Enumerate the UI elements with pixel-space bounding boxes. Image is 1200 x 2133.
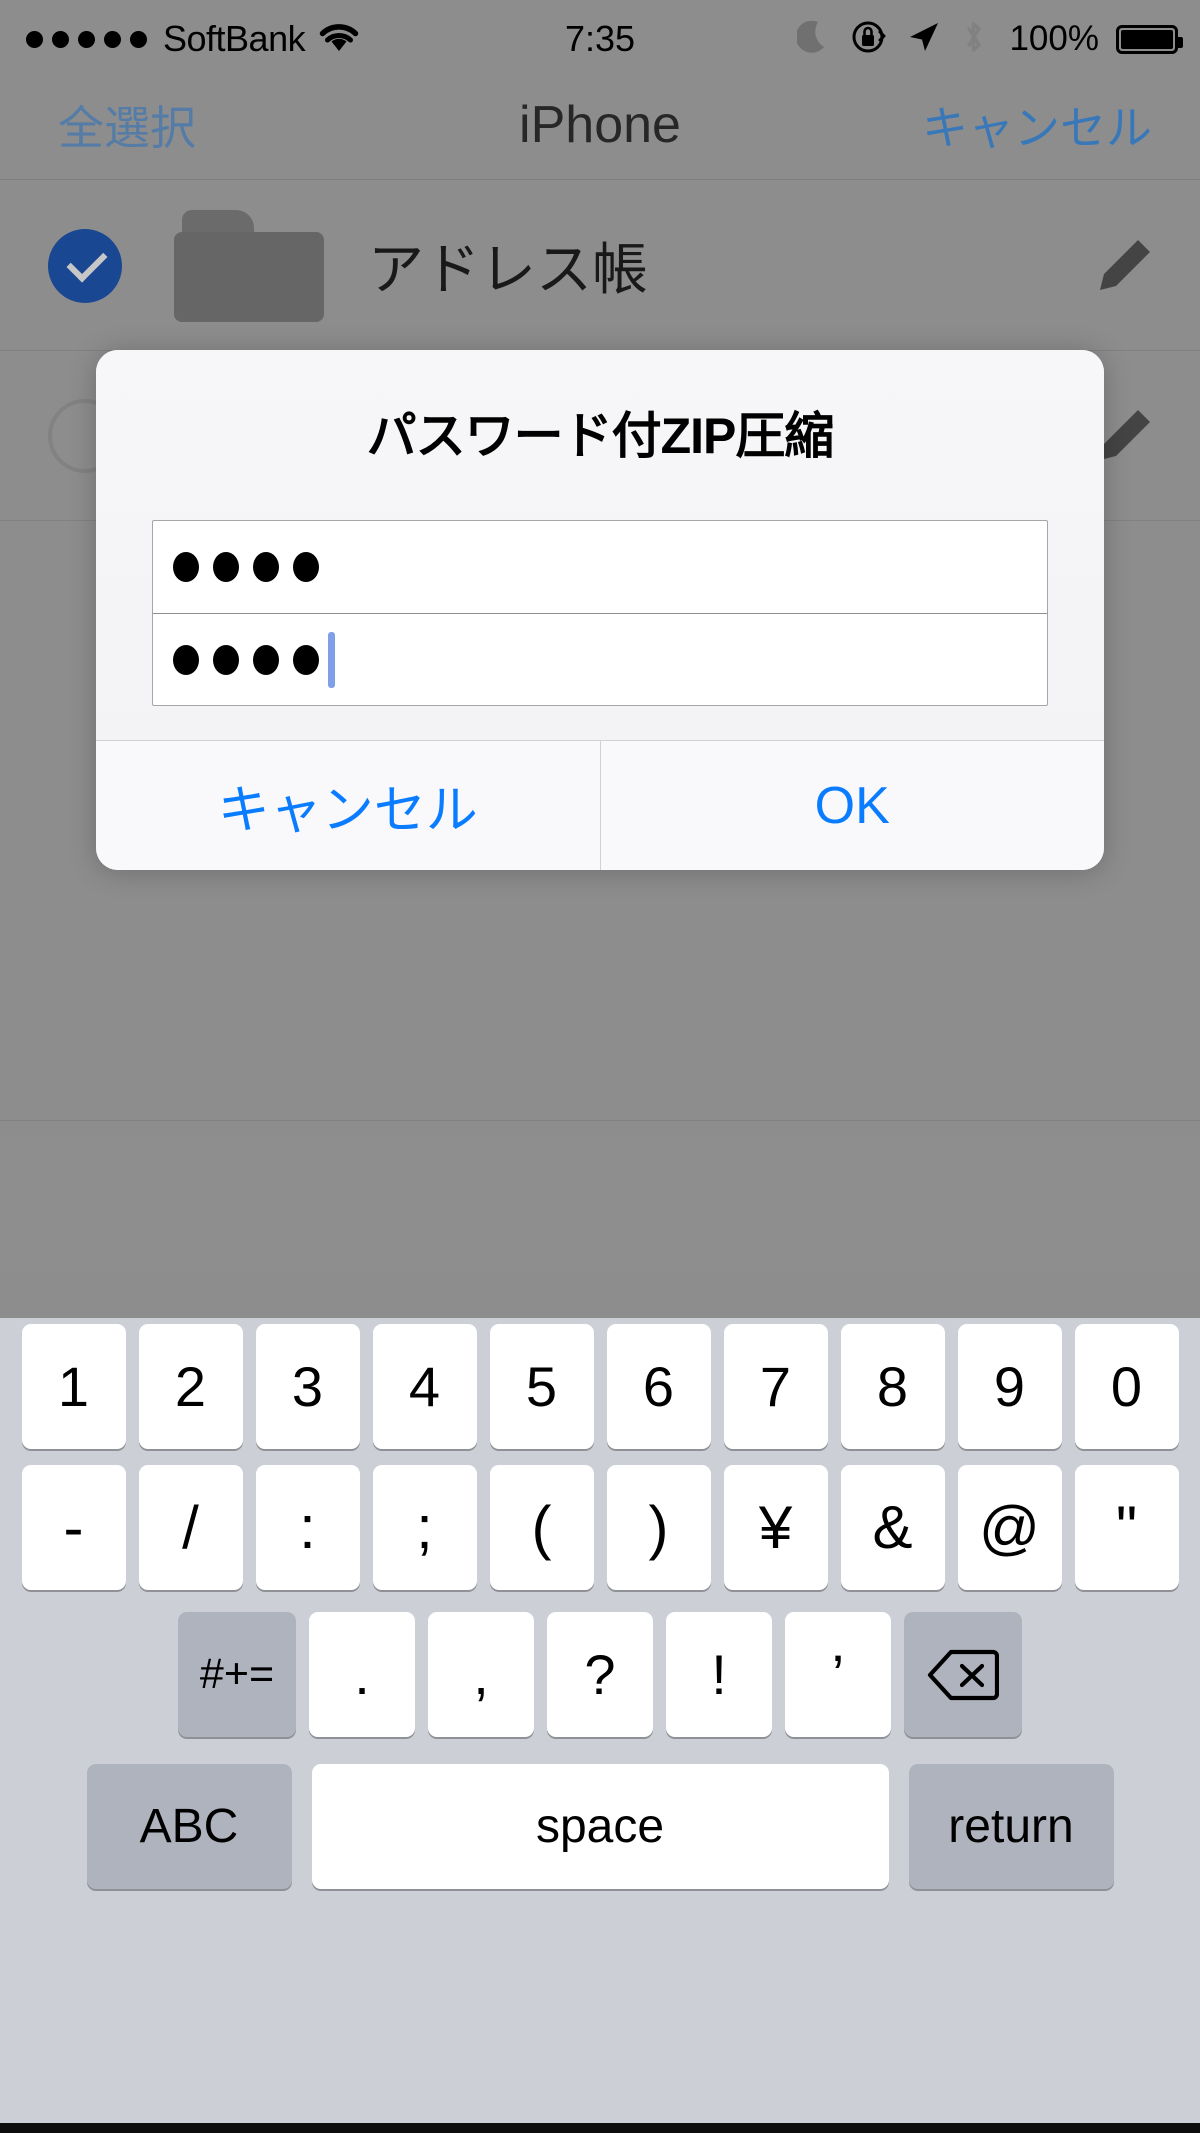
key-paren-close[interactable]: ) bbox=[606, 1465, 711, 1590]
password-confirm-input[interactable] bbox=[153, 613, 1047, 705]
password-confirm-masked-dots bbox=[173, 644, 319, 675]
delete-backspace-icon[interactable] bbox=[904, 1612, 1022, 1737]
key-space[interactable]: space bbox=[311, 1764, 889, 1889]
key-exclamation[interactable]: ! bbox=[666, 1612, 772, 1737]
password-masked-dots bbox=[173, 552, 319, 582]
key-quote[interactable]: " bbox=[1074, 1465, 1179, 1590]
key-semicolon[interactable]: ; bbox=[372, 1465, 477, 1590]
phone-screen: SoftBank 7:35 100% 全選択 iPhone キャンセル アドレス… bbox=[0, 0, 1200, 2133]
keyboard-number-row: 1 2 3 4 5 6 7 8 9 0 bbox=[0, 1318, 1200, 1449]
key-apostrophe[interactable]: ’ bbox=[785, 1612, 891, 1737]
on-screen-keyboard: 1 2 3 4 5 6 7 8 9 0 - / : ; ( ) ¥ & @ " … bbox=[0, 1318, 1200, 2133]
key-0[interactable]: 0 bbox=[1074, 1324, 1179, 1449]
dialog-ok-button[interactable]: OK bbox=[599, 741, 1104, 870]
password-fields-group bbox=[152, 520, 1048, 706]
key-colon[interactable]: : bbox=[255, 1465, 360, 1590]
keyboard-punctuation-row: #+= . , ? ! ’ bbox=[0, 1612, 1200, 1737]
key-period[interactable]: . bbox=[309, 1612, 415, 1737]
dialog-buttons: キャンセル OK bbox=[96, 740, 1104, 870]
dialog-body: パスワード付ZIP圧縮 bbox=[96, 350, 1104, 740]
key-question[interactable]: ? bbox=[547, 1612, 653, 1737]
password-input[interactable] bbox=[153, 521, 1047, 613]
key-at[interactable]: @ bbox=[957, 1465, 1062, 1590]
keyboard-symbol-row: - / : ; ( ) ¥ & @ " bbox=[0, 1465, 1200, 1590]
keyboard-bottom-row: ABC space return bbox=[0, 1764, 1200, 1889]
dialog-cancel-button[interactable]: キャンセル bbox=[96, 741, 600, 870]
key-2[interactable]: 2 bbox=[138, 1324, 243, 1449]
key-yen[interactable]: ¥ bbox=[723, 1465, 828, 1590]
key-paren-open[interactable]: ( bbox=[489, 1465, 594, 1590]
key-return[interactable]: return bbox=[908, 1764, 1114, 1889]
key-5[interactable]: 5 bbox=[489, 1324, 594, 1449]
key-comma[interactable]: , bbox=[428, 1612, 534, 1737]
key-8[interactable]: 8 bbox=[840, 1324, 945, 1449]
password-zip-dialog: パスワード付ZIP圧縮 キャンセル OK bbox=[96, 350, 1104, 870]
key-3[interactable]: 3 bbox=[255, 1324, 360, 1449]
key-9[interactable]: 9 bbox=[957, 1324, 1062, 1449]
key-ampersand[interactable]: & bbox=[840, 1465, 945, 1590]
key-hyphen[interactable]: - bbox=[21, 1465, 126, 1590]
home-indicator-bar bbox=[0, 2123, 1200, 2133]
key-abc-toggle[interactable]: ABC bbox=[86, 1764, 292, 1889]
key-1[interactable]: 1 bbox=[21, 1324, 126, 1449]
key-7[interactable]: 7 bbox=[723, 1324, 828, 1449]
dialog-title: パスワード付ZIP圧縮 bbox=[366, 408, 835, 464]
text-cursor bbox=[328, 631, 335, 688]
key-slash[interactable]: / bbox=[138, 1465, 243, 1590]
key-4[interactable]: 4 bbox=[372, 1324, 477, 1449]
key-6[interactable]: 6 bbox=[606, 1324, 711, 1449]
key-symbols-toggle[interactable]: #+= bbox=[178, 1612, 296, 1737]
